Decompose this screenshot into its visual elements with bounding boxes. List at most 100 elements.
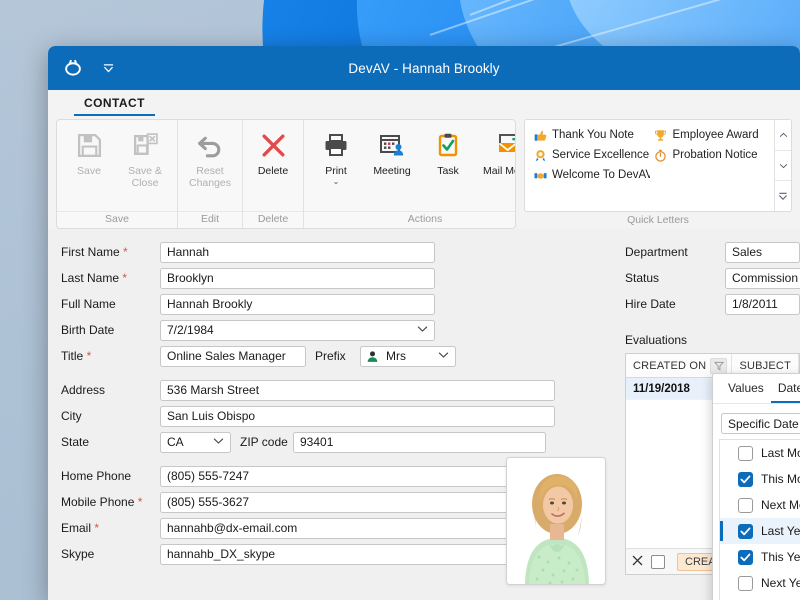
chevron-down-icon[interactable] [213,438,224,447]
first-name-field[interactable] [160,242,435,263]
ribbon-group-quick-letters: Thank You Note Employee Award [524,119,792,229]
checkbox-checked-icon[interactable] [738,524,753,539]
skype-input[interactable] [167,545,548,564]
zip-code-input[interactable] [300,433,539,452]
city-label: City [56,409,160,423]
address-field[interactable] [160,380,555,401]
meeting-button[interactable]: Meeting [364,126,420,177]
ribbon-group-edit: Reset Changes Edit [178,120,243,228]
quick-access-dropdown-icon[interactable] [98,58,118,78]
last-name-field[interactable] [160,268,435,289]
quick-letters-list: Thank You Note Employee Award [525,120,774,211]
date-period-list: Last Mon This Mon Next Mo Last Year This… [719,439,800,600]
field-row-city: City [56,403,568,429]
hire-date-field[interactable]: 1/8/2011 [725,294,800,315]
tab-values[interactable]: Values [721,374,771,403]
address-input[interactable] [167,381,548,400]
full-name-field[interactable] [160,294,435,315]
title-label: Title * [56,349,160,363]
city-field[interactable] [160,406,555,427]
checkbox-checked-icon[interactable] [738,550,753,565]
ribbon: CONTACT [48,90,800,229]
email-field[interactable] [160,518,555,539]
home-phone-field[interactable] [160,466,555,487]
skype-field[interactable]: S [160,544,555,565]
contact-form-left: First Name * Last Name * Full Name [56,239,568,567]
department-field[interactable]: Sales [725,242,800,263]
filter-enable-checkbox[interactable] [651,555,665,569]
home-phone-input[interactable] [167,467,548,486]
chevron-up-icon[interactable] [775,120,791,151]
chevron-down-icon[interactable] [417,326,428,335]
quick-letter-probation-notice[interactable]: Probation Notice [654,145,771,165]
tab-contact[interactable]: CONTACT [74,93,155,116]
calendar-person-icon [379,128,405,162]
prefix-field[interactable]: Mrs [360,346,456,367]
funnel-icon[interactable] [710,358,727,374]
chevron-down-icon[interactable] [775,151,791,182]
title-input[interactable] [167,347,299,366]
email-input[interactable] [167,519,548,538]
specific-date-period-dropdown[interactable]: Specific Date P [721,413,800,434]
handshake-icon [533,168,547,182]
filter-dropdown-popup: Values Date Specific Date P Last Mon Thi… [712,373,800,600]
last-name-input[interactable] [167,269,428,288]
quick-letter-employee-award[interactable]: Employee Award [654,125,771,145]
quick-letters-scrollbar[interactable] [774,120,791,211]
quick-letter-welcome-to-devav[interactable]: Welcome To DevAV [533,165,650,185]
first-name-input[interactable] [167,243,428,262]
quick-letters-gallery: Thank You Note Employee Award [524,119,792,212]
mobile-phone-input[interactable] [167,493,548,512]
department-value: Sales [732,245,762,259]
quick-letter-label: Welcome To DevAV [552,169,650,181]
task-button[interactable]: Task [420,126,476,177]
checkbox-unchecked-icon[interactable] [738,446,753,461]
filter-option-this-year[interactable]: This Year [720,544,800,570]
checkbox-unchecked-icon[interactable] [738,498,753,513]
mail-merge-button[interactable]: Mail Merge [476,126,516,177]
city-input[interactable] [167,407,548,426]
state-label: State [56,435,160,449]
thumbs-up-icon [533,128,547,142]
filter-option-last-month[interactable]: Last Mon [720,440,800,466]
save-and-close-button[interactable]: Save & Close [117,126,173,189]
filter-option-next-year[interactable]: Next Yea [720,570,800,596]
quick-letter-service-excellence[interactable]: Service Excellence [533,145,650,165]
birth-date-input[interactable] [167,321,428,340]
trophy-icon [654,128,668,142]
zip-code-field[interactable] [293,432,546,453]
hire-date-label: Hire Date [620,297,725,311]
address-label: Address [56,383,160,397]
filter-option-this-month[interactable]: This Mon [720,466,800,492]
checkbox-unchecked-icon[interactable] [738,576,753,591]
expand-gallery-icon[interactable] [775,181,791,211]
ribbon-group-actions-label: Actions [304,211,516,228]
state-field[interactable]: CA [160,432,231,453]
tab-date[interactable]: Date [771,374,800,403]
quick-letter-label: Service Excellence [552,149,649,161]
save-button[interactable]: Save [61,126,117,177]
field-row-last-name: Last Name * [56,265,568,291]
field-row-skype: Skype S [56,541,568,567]
status-field[interactable]: Commission [725,268,800,289]
print-button[interactable]: Print ⌄ [308,126,364,185]
status-value: Commission [732,271,798,285]
prefix-label: Prefix [306,349,360,363]
reset-changes-button[interactable]: Reset Changes [182,126,238,189]
filter-option-last-year[interactable]: Last Year [720,518,800,544]
window-title: DevAV - Hannah Brookly [48,61,800,76]
checkbox-checked-icon[interactable] [738,472,753,487]
quick-letter-thank-you-note[interactable]: Thank You Note [533,125,650,145]
filter-option-next-month[interactable]: Next Mo [720,492,800,518]
save-floppy-icon [76,128,103,162]
delete-button[interactable]: Delete [247,126,299,177]
mobile-phone-field[interactable] [160,492,555,513]
title-field[interactable] [160,346,306,367]
chevron-down-icon[interactable] [438,352,449,361]
close-x-icon[interactable] [632,555,643,568]
full-name-input[interactable] [167,295,428,314]
birth-date-field[interactable] [160,320,435,341]
field-row-status: Status Commission [620,265,800,291]
chevron-down-icon[interactable]: ⌄ [333,178,340,185]
field-row-address: Address [56,377,568,403]
